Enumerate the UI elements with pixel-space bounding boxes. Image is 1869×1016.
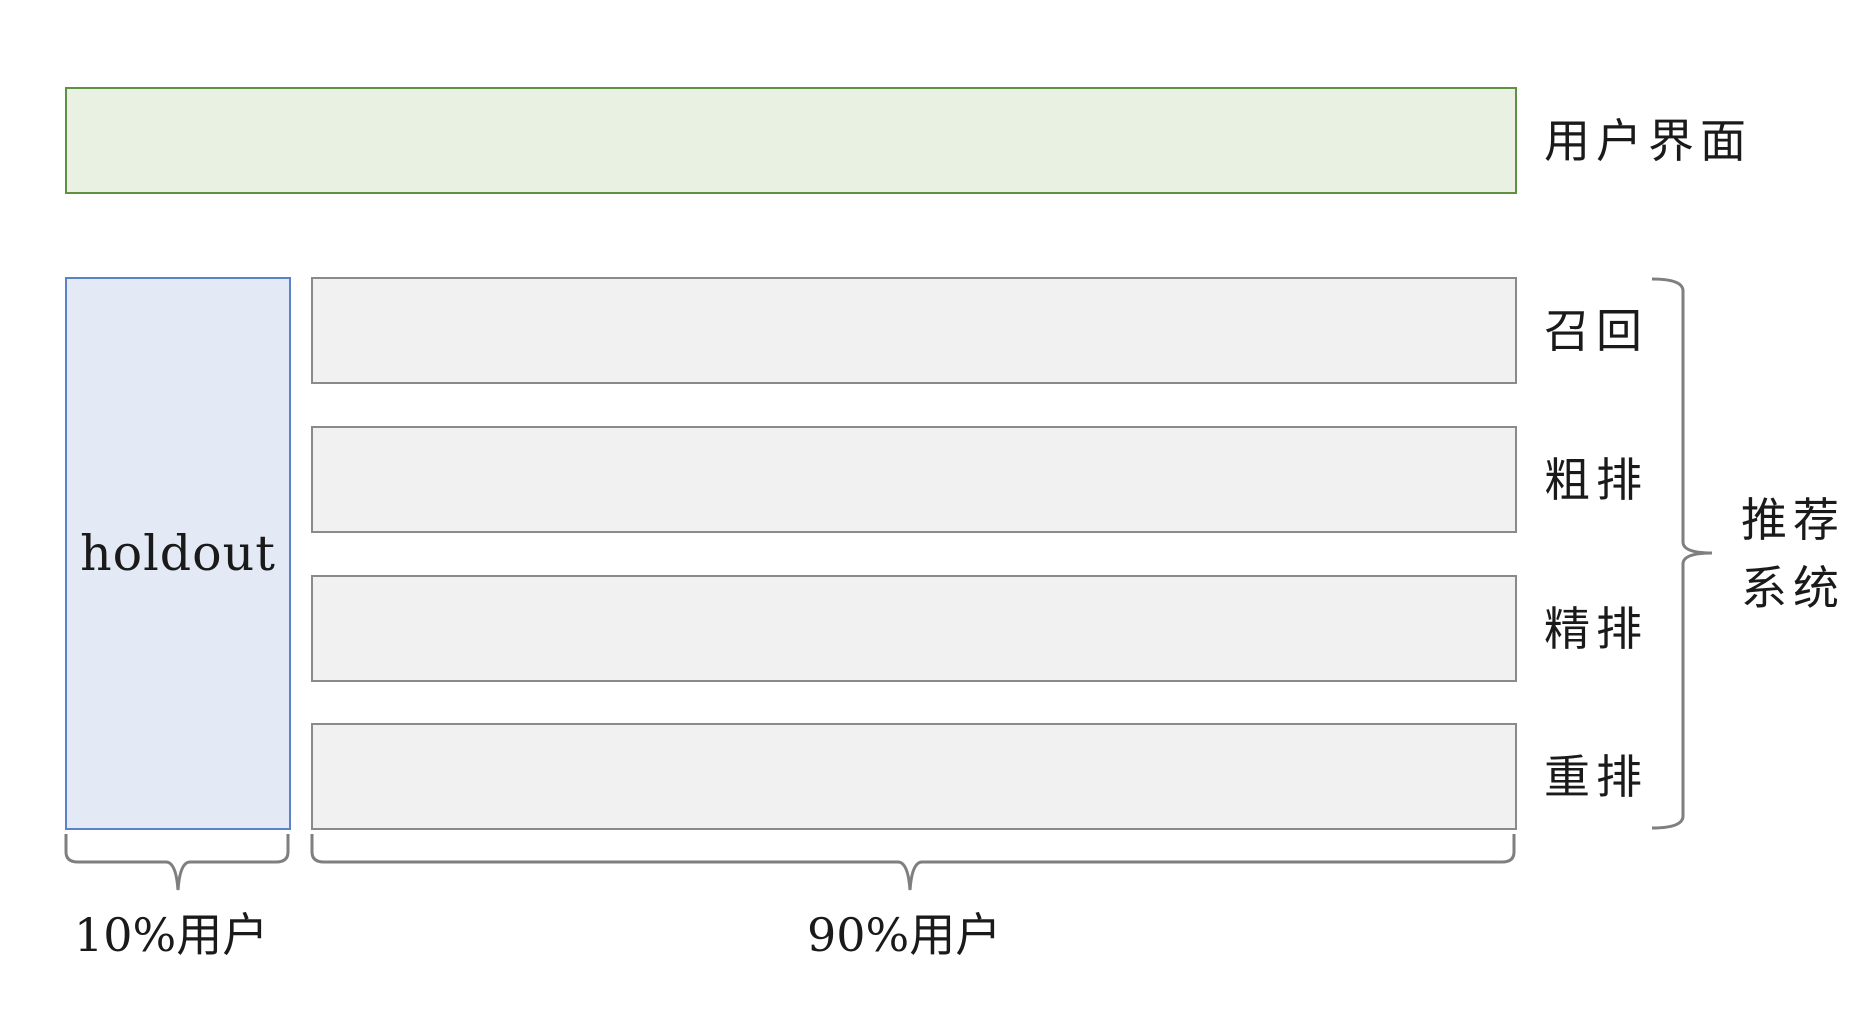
holdout-share-label: 10%用户 <box>74 908 269 962</box>
system-brace <box>1651 277 1713 830</box>
holdout-share-brace <box>64 834 290 891</box>
experiment-share-brace <box>310 834 1516 891</box>
experiment-share-label: 90%用户 <box>807 908 1002 962</box>
braces-layer <box>64 277 1713 891</box>
